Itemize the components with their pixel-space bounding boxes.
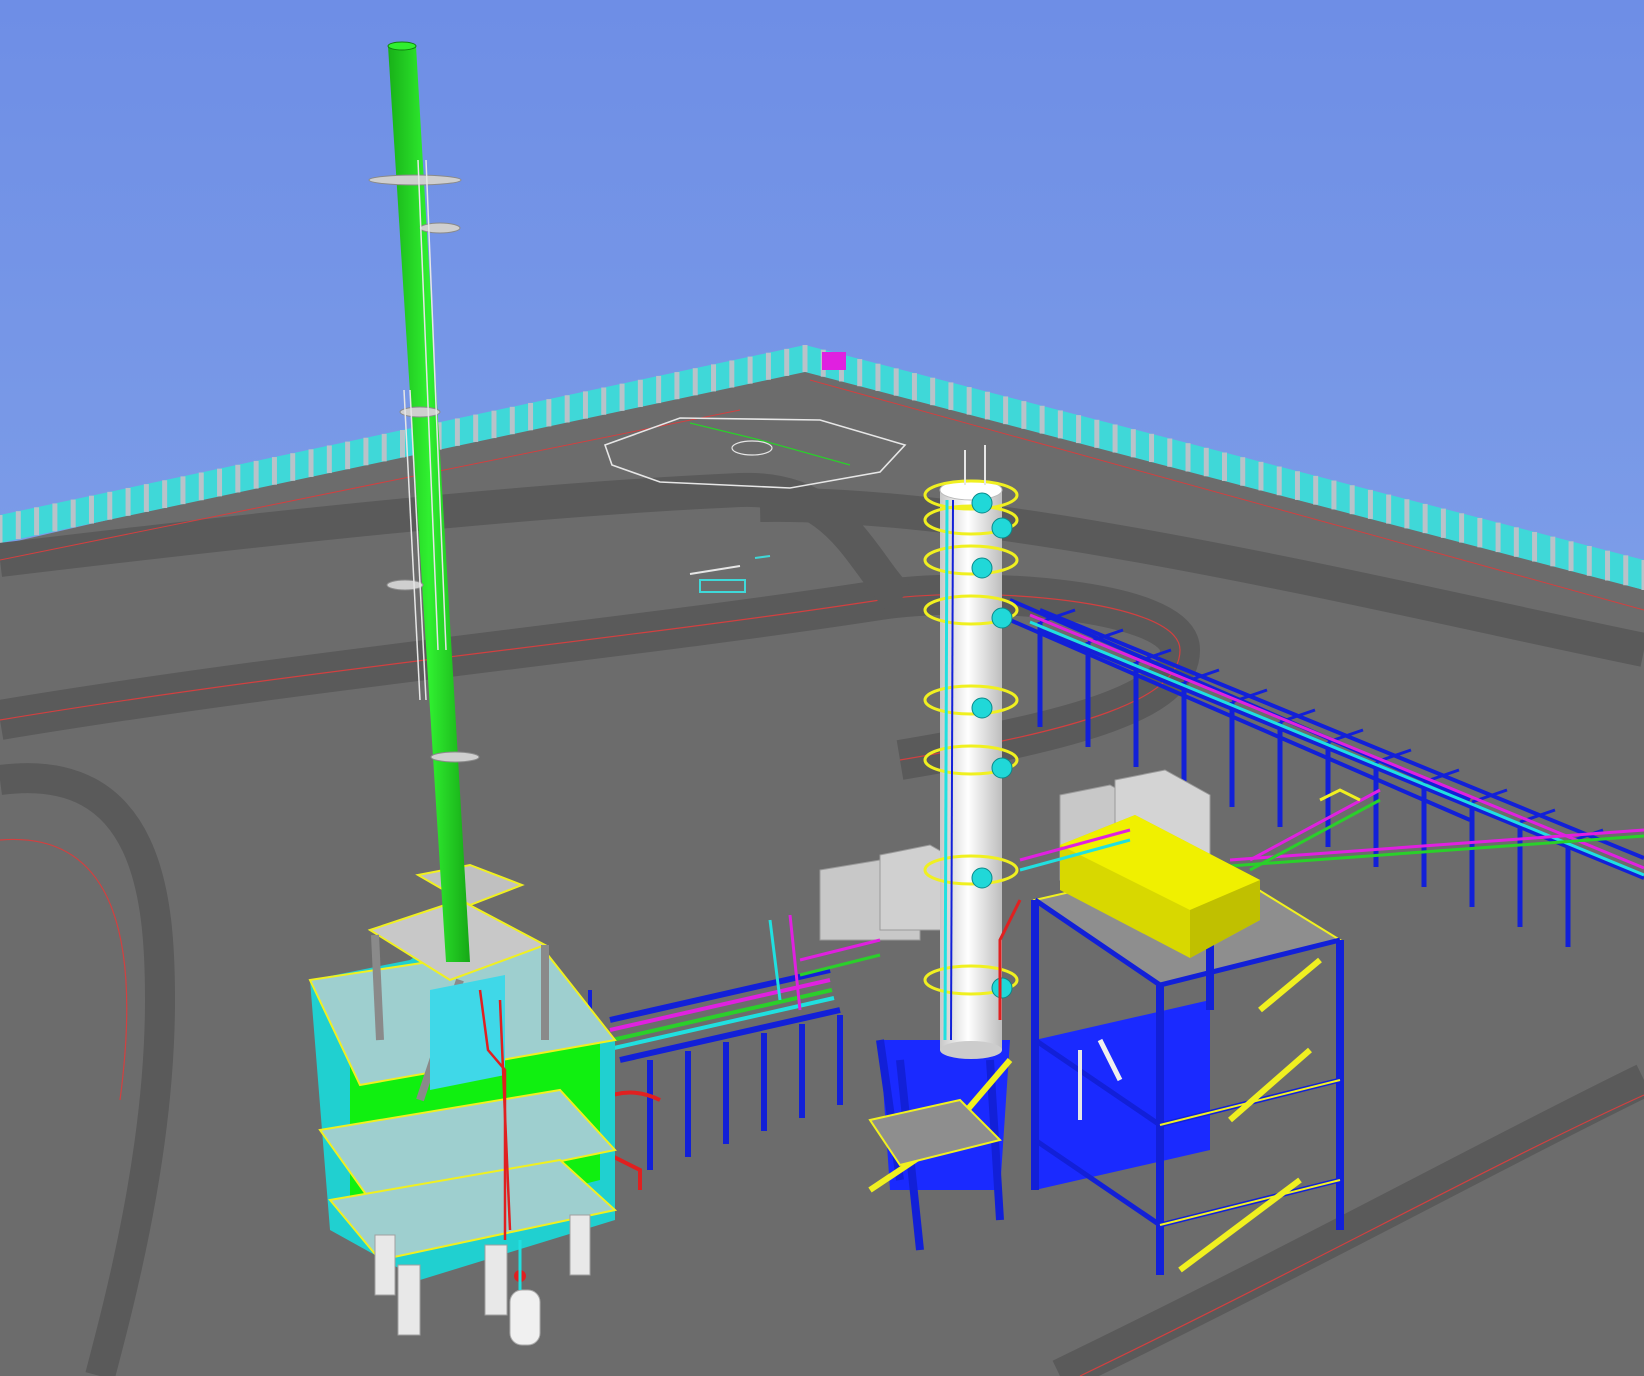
- column-nozzle: [991, 517, 1013, 539]
- column-nozzle: [991, 757, 1013, 779]
- column-nozzle: [991, 977, 1013, 999]
- column-nozzle: [971, 492, 993, 514]
- 3d-model-viewport[interactable]: [0, 0, 1644, 1376]
- flare-platform: [419, 222, 461, 234]
- column-nozzle: [971, 867, 993, 889]
- column-nozzle: [971, 557, 993, 579]
- flare-platform: [430, 751, 480, 763]
- plant-3d-scene[interactable]: [0, 0, 1644, 1376]
- flare-platform: [368, 174, 462, 186]
- gate-marker: [822, 352, 846, 370]
- column-nozzle: [991, 607, 1013, 629]
- column-nozzle: [971, 697, 993, 719]
- flare-platform: [386, 579, 424, 591]
